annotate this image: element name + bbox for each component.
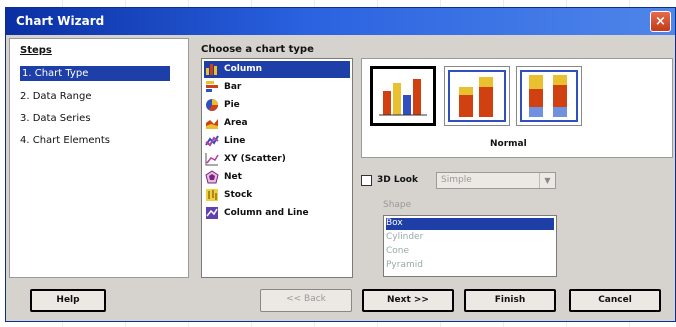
- close-icon: ×: [655, 14, 666, 29]
- 3d-look-select-value: Simple: [441, 175, 472, 185]
- 3d-look-select[interactable]: Simple ▼: [436, 172, 556, 189]
- step-data-series[interactable]: 3. Data Series: [20, 113, 91, 124]
- chart-type-list: Column Bar Pie Area Line XY (Scatter) Ne…: [201, 58, 353, 278]
- back-button[interactable]: << Back: [260, 289, 352, 312]
- pie-chart-icon: [206, 99, 218, 111]
- chart-type-bar[interactable]: Bar: [204, 79, 350, 96]
- line-chart-icon: [205, 135, 219, 147]
- percent-stacked-column-variant-icon: [520, 70, 578, 122]
- bar-chart-icon: [206, 81, 218, 92]
- 3d-look-checkbox[interactable]: [361, 175, 372, 186]
- step-label: 4. Chart Elements: [20, 135, 110, 146]
- chart-type-scatter[interactable]: XY (Scatter): [204, 151, 350, 168]
- column-line-chart-icon: [206, 207, 218, 219]
- step-chart-type[interactable]: 1. Chart Type: [20, 66, 170, 81]
- variant-stacked[interactable]: [444, 66, 510, 126]
- column-chart-icon: [206, 64, 217, 75]
- chevron-down-icon: ▼: [539, 173, 555, 188]
- cancel-button[interactable]: Cancel: [569, 289, 661, 312]
- variant-name: Normal: [490, 139, 527, 149]
- area-chart-icon: [206, 119, 218, 129]
- next-button[interactable]: Next >>: [362, 289, 454, 312]
- chart-type-line[interactable]: Line: [204, 133, 350, 150]
- shape-item-cylinder[interactable]: Cylinder: [386, 232, 554, 244]
- dialog-title: Chart Wizard: [16, 14, 105, 28]
- variant-percent-stacked[interactable]: [516, 66, 582, 126]
- chart-type-net[interactable]: Net: [204, 169, 350, 186]
- chart-type-pie[interactable]: Pie: [204, 97, 350, 114]
- shape-item-cone[interactable]: Cone: [386, 246, 554, 258]
- normal-column-variant-icon: [379, 79, 427, 116]
- chart-type-stock[interactable]: Stock: [204, 187, 350, 204]
- stock-chart-icon: [206, 189, 218, 201]
- step-label: 3. Data Series: [20, 113, 91, 124]
- steps-header: Steps: [20, 45, 52, 56]
- shape-item-pyramid[interactable]: Pyramid: [386, 260, 554, 272]
- chart-type-column[interactable]: Column: [204, 61, 350, 78]
- chart-variant-pane: Normal: [361, 58, 673, 158]
- chart-type-label: Choose a chart type: [201, 44, 314, 55]
- step-data-range[interactable]: 2. Data Range: [20, 91, 91, 102]
- scatter-chart-icon: [205, 153, 219, 166]
- finish-button[interactable]: Finish: [464, 289, 556, 312]
- stacked-column-variant-icon: [448, 70, 506, 122]
- net-chart-icon: [205, 170, 219, 184]
- step-label: 1. Chart Type: [22, 68, 89, 79]
- 3d-look-label: 3D Look: [377, 175, 418, 185]
- variant-normal[interactable]: [370, 66, 436, 126]
- close-button[interactable]: ×: [650, 11, 671, 32]
- step-label: 2. Data Range: [20, 91, 92, 102]
- chart-type-column-line[interactable]: Column and Line: [204, 205, 350, 222]
- chart-wizard-dialog: Chart Wizard × Steps 1. Chart Type 2. Da…: [5, 7, 676, 322]
- chart-type-area[interactable]: Area: [204, 115, 350, 132]
- shape-label: Shape: [383, 200, 412, 210]
- help-button[interactable]: Help: [30, 289, 106, 312]
- shape-list: Box Cylinder Cone Pyramid: [383, 215, 557, 277]
- steps-pane: Steps 1. Chart Type 2. Data Range 3. Dat…: [9, 38, 189, 278]
- button-bar: Help << Back Next >> Finish Cancel: [6, 285, 675, 319]
- main-pane: Choose a chart type Column Bar Pie Area …: [193, 38, 673, 278]
- titlebar: Chart Wizard ×: [6, 8, 675, 35]
- step-chart-elements[interactable]: 4. Chart Elements: [20, 135, 110, 146]
- shape-item-box[interactable]: Box: [386, 218, 554, 230]
